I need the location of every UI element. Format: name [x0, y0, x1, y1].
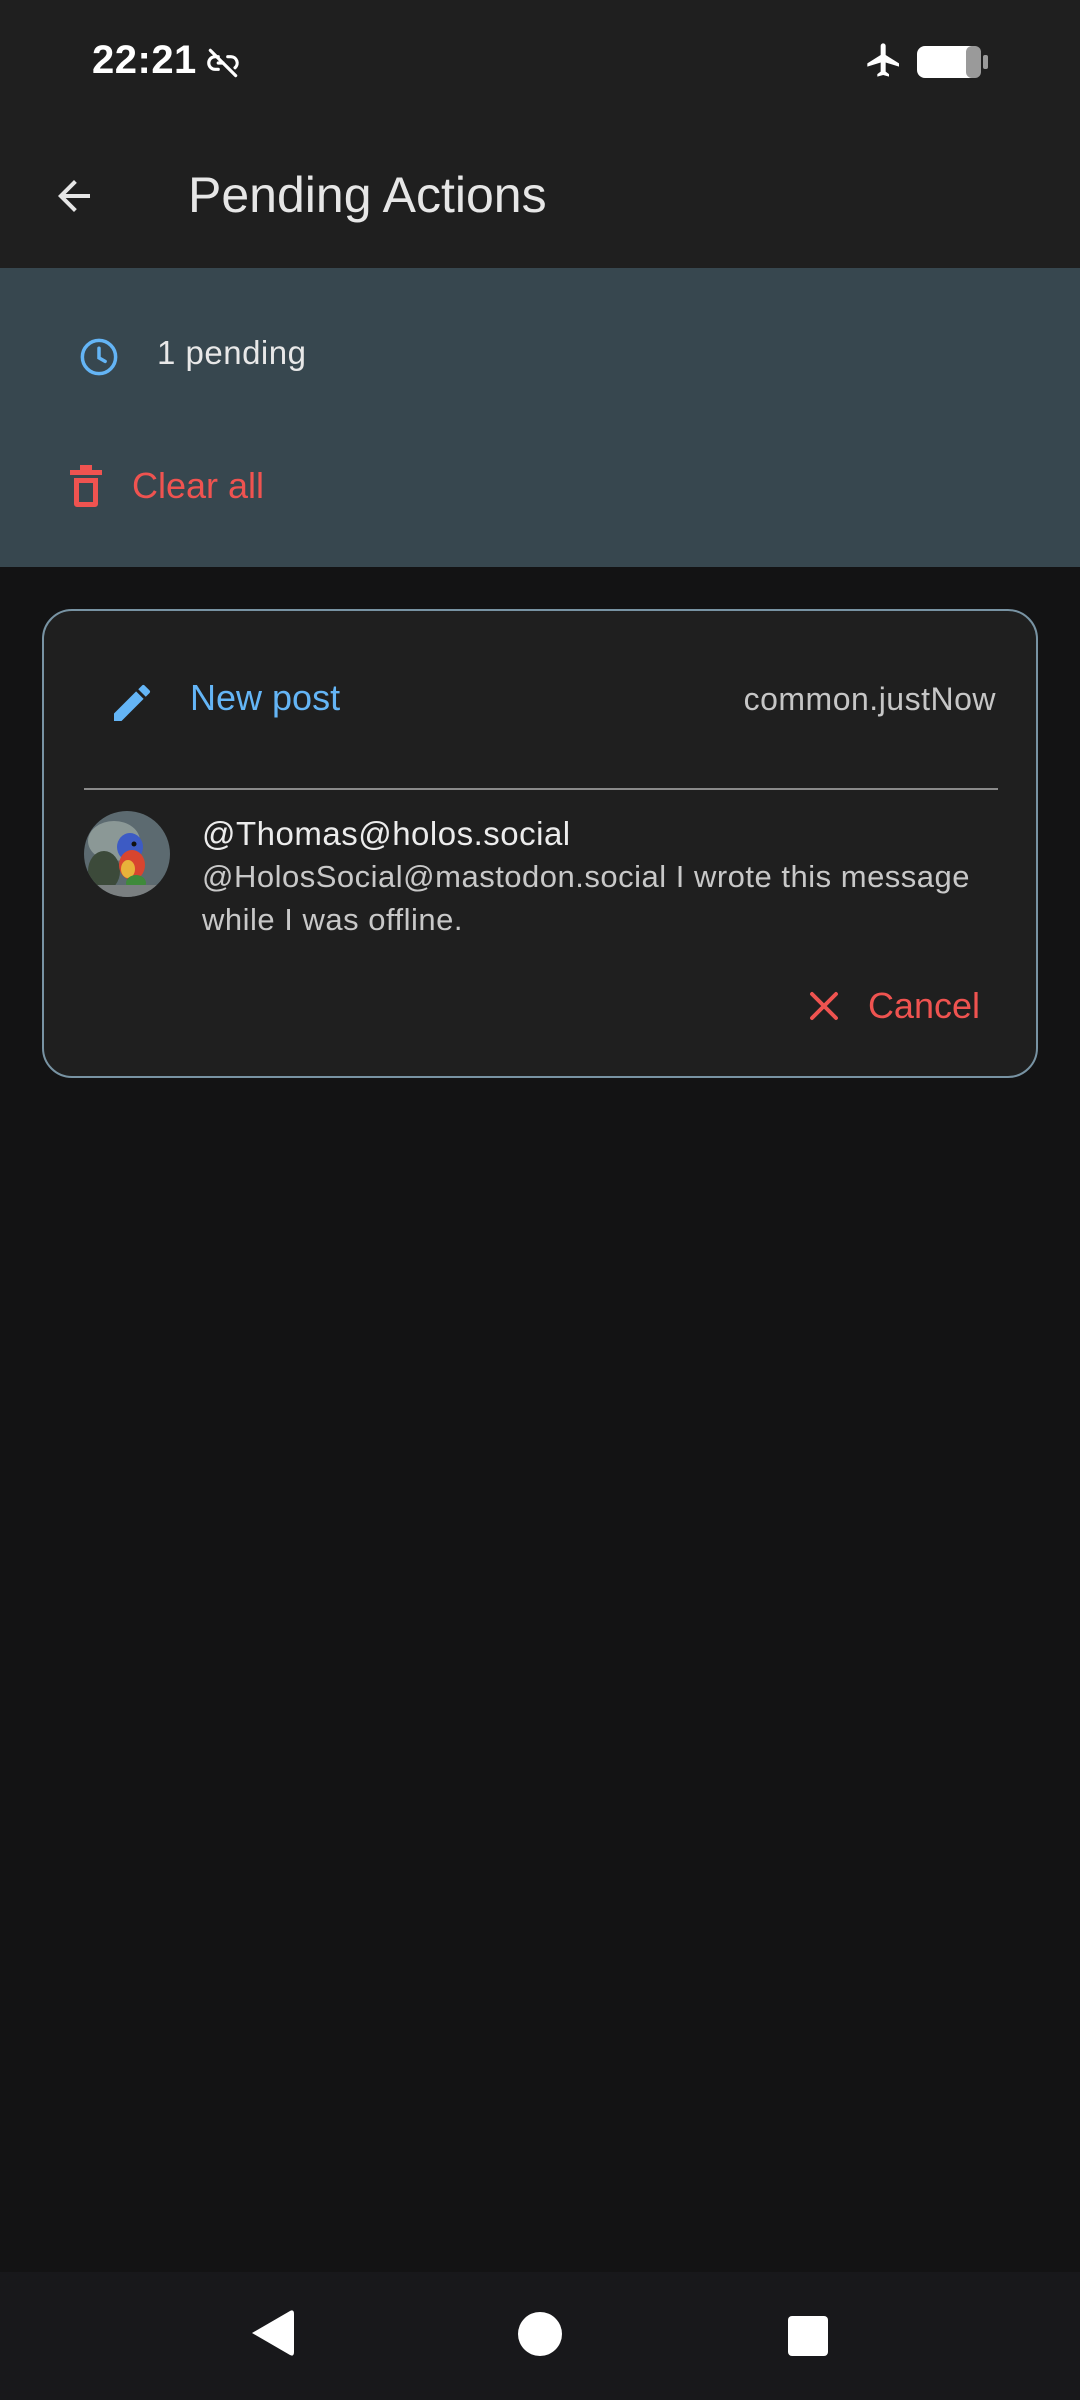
trash-icon	[70, 465, 102, 507]
pending-count: 1 pending	[157, 334, 307, 371]
clear-all-button[interactable]: Clear all	[46, 454, 284, 518]
pencil-icon	[114, 684, 151, 721]
cancel-button[interactable]: Cancel	[786, 973, 1000, 1039]
post-content: @HolosSocial@mastodon.social I wrote thi…	[202, 859, 971, 937]
action-timestamp: common.justNow	[743, 681, 996, 717]
pending-summary-panel: 1 pending Clear all	[0, 268, 1080, 567]
avatar	[84, 811, 170, 897]
status-bar: 22:21	[0, 0, 1080, 124]
back-button[interactable]	[32, 154, 116, 238]
action-type-label: New post	[190, 677, 341, 718]
action-card-header: New post common.justNow	[44, 611, 1036, 789]
battery-icon	[917, 46, 988, 78]
nav-back-icon[interactable]	[242, 2302, 304, 2364]
airplane-mode-icon	[867, 43, 899, 77]
pending-action-card: New post common.justNow @Thomas@holos.so…	[42, 609, 1038, 1078]
link-off-icon	[207, 48, 239, 78]
nav-home-icon[interactable]	[508, 2302, 572, 2366]
clear-all-label: Clear all	[132, 465, 265, 506]
clock-icon	[80, 338, 118, 376]
nav-recents-icon[interactable]	[774, 2302, 840, 2368]
post-author: @Thomas@holos.social	[202, 815, 571, 852]
system-nav-bar	[0, 2272, 1080, 2400]
status-time: 22:21	[92, 38, 197, 82]
page-title: Pending Actions	[188, 167, 547, 223]
arrow-back-icon	[58, 180, 90, 212]
card-divider	[84, 788, 998, 790]
cancel-label: Cancel	[867, 985, 980, 1026]
close-icon	[809, 992, 838, 1020]
app-bar: Pending Actions	[0, 124, 1080, 268]
